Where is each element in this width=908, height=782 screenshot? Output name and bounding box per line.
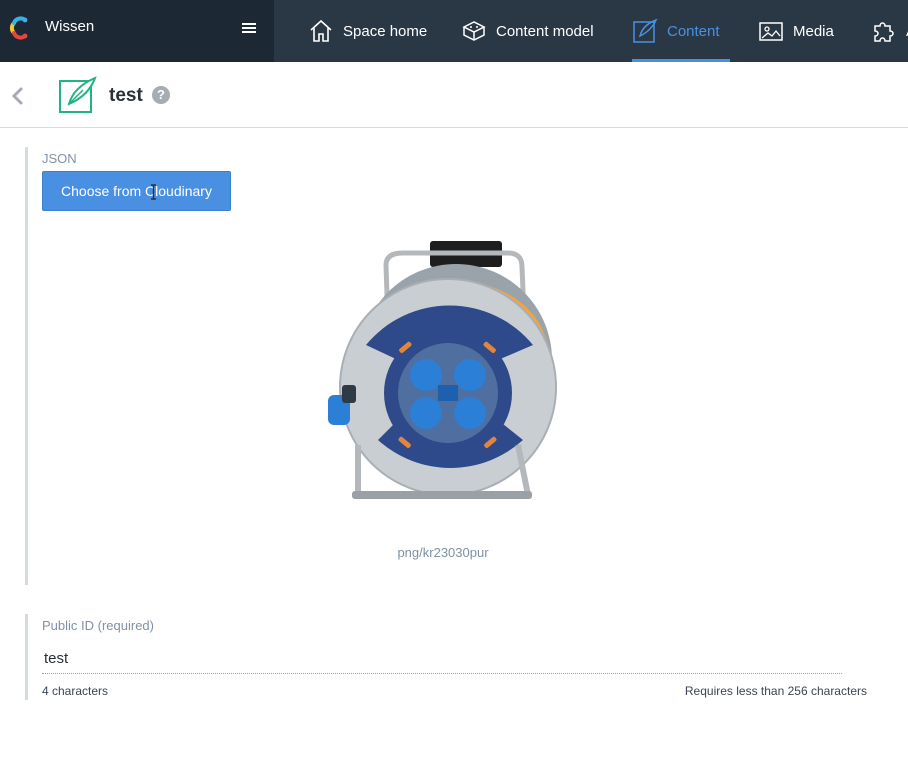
entry-feather-icon bbox=[59, 76, 97, 113]
nav-label: Media bbox=[793, 22, 834, 40]
json-field: JSON Choose from Cloudinary png/kr23030p… bbox=[25, 147, 885, 585]
nav-content[interactable]: Content bbox=[632, 0, 730, 62]
nav-label: Space home bbox=[343, 22, 428, 40]
image-icon bbox=[759, 22, 783, 41]
nav-label: Content model bbox=[496, 22, 594, 40]
cable-reel-image bbox=[328, 241, 557, 499]
help-icon[interactable]: ? bbox=[152, 86, 170, 104]
public-id-field: Public ID (required) 4 characters Requir… bbox=[25, 614, 885, 700]
space-switcher[interactable]: Wissen bbox=[0, 0, 274, 62]
nav-media[interactable]: Media bbox=[758, 0, 834, 62]
public-id-input[interactable] bbox=[42, 644, 842, 674]
text-cursor-icon bbox=[151, 184, 156, 200]
main-nav: Space home Content model Content Media bbox=[274, 0, 908, 62]
character-limit-hint: Requires less than 256 characters bbox=[684, 684, 867, 698]
nav-label: Content bbox=[667, 22, 720, 40]
entry-title: test bbox=[109, 85, 143, 106]
choose-from-cloudinary-button[interactable]: Choose from Cloudinary bbox=[42, 171, 231, 211]
asset-caption: png/kr23030pur bbox=[397, 545, 489, 560]
entry-header: test ? bbox=[0, 62, 908, 128]
puzzle-icon bbox=[874, 22, 894, 42]
field-label: Public ID (required) bbox=[42, 618, 154, 633]
nav-apps[interactable]: A bbox=[871, 0, 908, 62]
hamburger-icon[interactable] bbox=[240, 19, 258, 37]
top-navigation-bar: Wissen Space home Content model Content … bbox=[0, 0, 908, 62]
cube-icon bbox=[462, 21, 486, 41]
contentful-logo bbox=[9, 16, 28, 40]
character-count: 4 characters bbox=[42, 684, 109, 698]
pen-icon bbox=[633, 18, 658, 43]
nav-content-model[interactable]: Content model bbox=[461, 0, 594, 62]
field-label: JSON bbox=[42, 151, 77, 166]
space-name: Wissen bbox=[45, 18, 95, 35]
nav-space-home[interactable]: Space home bbox=[308, 0, 427, 62]
chevron-left-icon[interactable] bbox=[10, 86, 24, 106]
house-icon bbox=[310, 19, 332, 42]
